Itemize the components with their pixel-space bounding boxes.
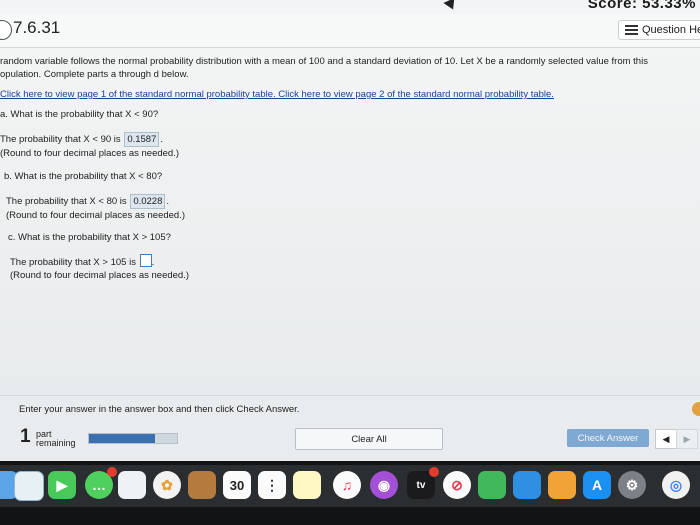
question-number: 7.6.31 — [13, 18, 61, 37]
stickies-icon[interactable] — [293, 471, 321, 499]
calendar-day: 30 — [229, 477, 245, 493]
contacts-icon[interactable] — [118, 471, 146, 499]
part-c-rounding-note: (Round to four decimal places as needed.… — [10, 270, 190, 281]
list-icon — [625, 25, 638, 35]
messages-badge — [107, 467, 117, 477]
macos-dock: ▶ … ✿ 30 ⋮ ♫ ◉ tv ⊘ A ⚙ ◎ — [0, 461, 700, 525]
previous-question-button[interactable]: ◀ — [655, 429, 677, 449]
music-icon[interactable]: ♫ — [333, 471, 361, 499]
calendar-icon[interactable]: 30 — [223, 471, 251, 499]
question-help-button[interactable]: Question He — [618, 20, 700, 40]
part-a-question: a. What is the probability that X < 90? — [0, 109, 159, 120]
part-b-answer-prefix: The probability that X < 80 is — [6, 196, 127, 207]
problem-line-1: random variable follows the normal proba… — [0, 56, 648, 67]
part-b: b. What is the probability that X < 80? — [4, 170, 162, 183]
pages-icon[interactable] — [548, 471, 576, 499]
part-b-answer-value: 0.0228 — [130, 194, 166, 209]
part-a-answer-suffix: . — [160, 134, 164, 145]
tv-badge — [429, 467, 439, 477]
news-icon[interactable]: ⊘ — [443, 471, 471, 499]
score-label: Score: 53.33% — [587, 0, 696, 12]
normal-table-page2-link[interactable]: Click here to view page 2 of the standar… — [278, 89, 554, 100]
keynote-icon[interactable] — [513, 471, 541, 499]
part-a-answer-value: 0.1587 — [124, 132, 160, 147]
instruction-text: Enter your answer in the answer box and … — [19, 404, 300, 415]
remaining-label-remaining: remaining — [36, 438, 76, 448]
check-answer-button[interactable]: Check Answer — [567, 429, 649, 447]
parts-remaining-label: part remaining — [36, 430, 76, 448]
notes-app-icon[interactable] — [188, 471, 216, 499]
messages-icon[interactable]: … — [85, 467, 117, 499]
chevron-right-icon: ▶ — [683, 433, 691, 444]
back-arrow-icon[interactable] — [0, 20, 12, 40]
help-icon[interactable] — [692, 402, 700, 416]
part-a-rounding-note: (Round to four decimal places as needed.… — [0, 148, 180, 159]
progress-bar-fill — [89, 434, 155, 443]
clear-all-button[interactable]: Clear All — [295, 428, 443, 450]
question-content: random variable follows the normal proba… — [0, 48, 700, 428]
reminders-icon[interactable]: ⋮ — [258, 471, 286, 499]
progress-bar — [88, 433, 178, 444]
table-links: Click here to view page 1 of the standar… — [0, 89, 554, 100]
next-question-button[interactable]: ▶ — [676, 429, 698, 449]
top-strip: Score: 53.33% — [0, 0, 700, 14]
part-a: a. What is the probability that X < 90? — [0, 108, 158, 121]
part-c-answer-prefix: The probability that X > 105 is — [10, 257, 136, 268]
preview-icon[interactable] — [14, 471, 44, 501]
tv-label: tv — [416, 479, 426, 491]
photos-icon[interactable]: ✿ — [153, 471, 181, 499]
normal-table-page1-link[interactable]: Click here to view page 1 of the standar… — [0, 89, 276, 100]
question-help-label: Question He — [642, 24, 700, 36]
part-a-answer-prefix: The probability that X < 90 is — [0, 134, 121, 145]
part-a-answer: The probability that X < 90 is 0.1587. (… — [0, 132, 179, 160]
problem-line-2: opulation. Complete parts a through d be… — [0, 69, 189, 80]
mouse-cursor-icon — [443, 0, 459, 13]
problem-statement: random variable follows the normal proba… — [0, 55, 700, 81]
numbers-icon[interactable] — [478, 471, 506, 499]
part-b-question: b. What is the probability that X < 80? — [4, 171, 163, 182]
part-c-answer-input[interactable] — [139, 254, 152, 267]
podcasts-icon[interactable]: ◉ — [370, 471, 398, 499]
question-header: 7.6.31 Question He — [0, 14, 700, 48]
app-store-icon[interactable]: A — [583, 471, 611, 499]
chevron-left-icon: ◀ — [662, 433, 670, 444]
part-b-rounding-note: (Round to four decimal places as needed.… — [6, 210, 186, 221]
part-c-answer: The probability that X > 105 is . (Round… — [10, 254, 189, 282]
part-b-answer-suffix: . — [166, 196, 170, 207]
part-b-answer: The probability that X < 80 is 0.0228. (… — [6, 194, 185, 222]
facetime-icon[interactable]: ▶ — [48, 471, 76, 499]
system-preferences-icon[interactable]: ⚙ — [618, 471, 646, 499]
chrome-icon[interactable]: ◎ — [662, 471, 690, 499]
apple-tv-icon[interactable]: tv — [407, 467, 439, 499]
part-c: c. What is the probability that X > 105? — [8, 231, 171, 244]
parts-remaining-count: 1 — [20, 426, 31, 447]
part-c-answer-suffix: . — [151, 257, 155, 268]
part-c-question: c. What is the probability that X > 105? — [8, 232, 171, 243]
answer-footer: Enter your answer in the answer box and … — [0, 395, 700, 462]
